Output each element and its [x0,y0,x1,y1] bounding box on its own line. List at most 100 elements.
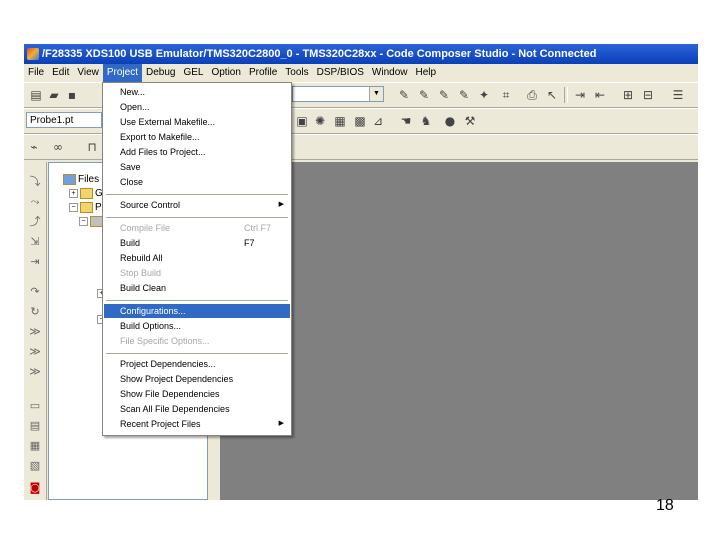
menu-project[interactable]: Project [102,64,142,82]
watch-icon[interactable]: ✺ [312,113,328,129]
menu-item-source-control[interactable]: Source Control ▶ [104,198,290,212]
tree-item-gel[interactable]: + G [69,187,103,201]
menu-item-add-files[interactable]: Add Files to Project... [104,145,290,159]
menu-item-project-dependencies[interactable]: Project Dependencies... [104,357,290,371]
chevron-down-icon[interactable]: ▼ [369,87,383,101]
menu-item-show-project-dependencies[interactable]: Show Project Dependencies [104,372,290,386]
ccs-window-screenshot: /F28335 XDS100 USB Emulator/TMS320C2800_… [24,44,698,500]
menu-item-scan-all-file-dependencies[interactable]: Scan All File Dependencies [104,402,290,416]
menu-help[interactable]: Help [411,64,440,82]
memory-icon[interactable]: ▦ [332,113,348,129]
window-title: /F28335 XDS100 USB Emulator/TMS320C2800_… [42,48,597,60]
menu-item-rebuild-all[interactable]: Rebuild All [104,251,290,265]
expand-icon[interactable]: + [69,188,78,198]
folder-icon [80,201,93,213]
submenu-arrow-icon: ▶ [278,201,284,208]
build-icon[interactable]: ▣ [294,113,310,129]
animate-icon[interactable]: ≫ [27,364,43,380]
tree-item-projects[interactable]: − Pr [69,201,105,215]
menu-item-export-makefile[interactable]: Export to Makefile... [104,130,290,144]
assembly-step-icon[interactable]: ↷ [27,284,43,300]
menu-item-close[interactable]: Close [104,175,290,189]
menu-item-use-external-makefile[interactable]: Use External Makefile... [104,115,290,129]
disassembly-icon[interactable]: ▭ [27,398,43,414]
menu-item-recent-project-files[interactable]: Recent Project Files ▶ [104,417,290,431]
new-file-icon[interactable]: ▤ [28,87,44,103]
set-pc-icon[interactable]: ⇥ [27,254,43,270]
find-icon[interactable]: ✎ [396,87,412,103]
menu-view[interactable]: View [73,64,103,82]
menu-file[interactable]: File [24,64,48,82]
menu-item-build-clean[interactable]: Build Clean [104,281,290,295]
menu-item-file-specific-options[interactable]: File Specific Options... [104,334,290,348]
clear-bookmarks-icon[interactable]: ⊟ [640,87,656,103]
tree-root[interactable]: Files [63,173,99,187]
menu-item-configurations[interactable]: Configurations... [104,304,290,318]
wrench-icon[interactable]: ⚒ [462,113,478,129]
save-icon[interactable]: ▪ [64,87,80,103]
menu-item-save[interactable]: Save [104,160,290,174]
find-in-files-icon[interactable]: ✎ [456,87,472,103]
binoculars-icon[interactable]: ✦ [476,87,492,103]
list-icon[interactable]: ☰ [670,87,686,103]
halt-icon[interactable]: ● [442,113,458,129]
project-menu-dropdown: New... Open... Use External Makefile... … [102,82,292,436]
register-window-icon[interactable]: ▦ [27,438,43,454]
find-prev-icon[interactable]: ✎ [436,87,452,103]
print-icon[interactable]: ⎙ [524,87,540,103]
menu-debug[interactable]: Debug [142,64,179,82]
stop-build-icon[interactable]: ⊿ [370,113,386,129]
outdent-icon[interactable]: ⇤ [592,87,608,103]
step-into-icon[interactable]: ⤵ [27,174,43,190]
project-combo[interactable]: Probe1.pt [26,112,102,128]
menu-item-build-options[interactable]: Build Options... [104,319,290,333]
menu-item-label: Build [120,238,141,248]
menu-item-show-file-dependencies[interactable]: Show File Dependencies [104,387,290,401]
step-out-icon[interactable]: ⤴ [27,214,43,230]
menu-item-build[interactable]: Build F7 [104,236,290,250]
asm-over-icon[interactable]: ↻ [27,304,43,320]
menu-tools[interactable]: Tools [281,64,312,82]
menu-separator [106,353,288,355]
hand-icon[interactable]: ☚ [398,113,414,129]
registers-icon[interactable]: ▩ [352,113,368,129]
toggle-bookmark-icon[interactable]: ⊞ [620,87,636,103]
menu-item-stop-build[interactable]: Stop Build [104,266,290,280]
menu-item-compile-file[interactable]: Compile File Ctrl F7 [104,221,290,235]
menu-window[interactable]: Window [368,64,412,82]
app-icon [27,48,39,60]
menu-separator [106,217,288,219]
files-icon [63,173,76,185]
menu-gel[interactable]: GEL [179,64,207,82]
submenu-arrow-icon: ▶ [278,420,284,427]
toolbar-separator [564,87,568,103]
menu-item-open[interactable]: Open... [104,100,290,114]
breakpoint-icon[interactable]: ◙ [27,480,43,496]
menu-item-label: Compile File [120,223,171,233]
menu-dspbios[interactable]: DSP/BIOS [313,64,368,82]
find-next-icon[interactable]: ✎ [416,87,432,103]
gel-icon[interactable]: ∞ [50,139,66,155]
step-over-icon[interactable]: ⤳ [27,194,43,210]
step-icon[interactable]: ♞ [418,113,434,129]
halt-run-icon[interactable]: ≫ [27,344,43,360]
indent-icon[interactable]: ⇥ [572,87,588,103]
graph-icon[interactable]: ⌁ [26,139,42,155]
help-pointer-icon[interactable]: ↖ [544,87,560,103]
memory-window-icon[interactable]: ▤ [27,418,43,434]
bookmark-icon[interactable]: ⌗ [498,87,514,103]
search-combo[interactable]: ▼ [292,86,384,102]
watch-window-icon[interactable]: ▧ [27,458,43,474]
menu-edit[interactable]: Edit [48,64,73,82]
menu-bar: File Edit View Project Debug GEL Option Profile… [24,64,698,82]
collapse-icon[interactable]: − [79,216,88,226]
menu-profile[interactable]: Profile [245,64,281,82]
shortcut-label: F7 [244,238,255,248]
run-to-cursor-icon[interactable]: ⇲ [27,234,43,250]
run-icon[interactable]: ≫ [27,324,43,340]
collapse-icon[interactable]: − [69,202,78,212]
open-folder-icon[interactable]: ▰ [46,87,62,103]
lock-icon[interactable]: ⊓ [84,139,100,155]
menu-option[interactable]: Option [207,64,244,82]
menu-item-new[interactable]: New... [104,85,290,99]
